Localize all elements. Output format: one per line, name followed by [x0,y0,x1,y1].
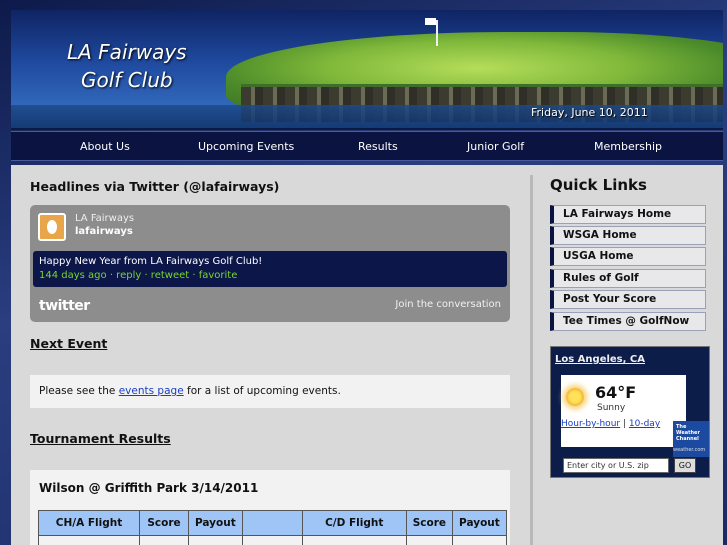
quick-link-wsga-home[interactable]: WSGA Home [550,226,706,245]
nav-membership[interactable]: Membership [594,140,662,153]
table-cell [188,535,243,545]
tweet-actions[interactable]: 144 days ago · reply · retweet · favorit… [39,270,237,281]
quick-link-post-your-score[interactable]: Post Your Score [550,290,706,309]
hourly-forecast-link[interactable]: Hour-by-hour [561,419,620,429]
table-row [38,535,507,545]
weather-temperature: 64°F [595,383,637,402]
main-nav: About Us Upcoming Events Results Junior … [11,131,723,161]
main-content: Headlines via Twitter (@lafairways) LA F… [11,165,723,545]
col-header: Payout [452,510,507,536]
weather-site-label: weather.com [673,447,706,453]
current-date: Friday, June 10, 2011 [531,106,648,119]
twitter-avatar[interactable] [38,213,66,241]
next-event-heading[interactable]: Next Event [30,336,107,351]
weather-links: Hour-by-hour | 10-day [561,419,660,429]
nav-upcoming-events[interactable]: Upcoming Events [198,140,294,153]
weather-condition: Sunny [597,403,626,413]
next-event-text: Please see the events page for a list of… [39,385,341,397]
col-header: C/D Flight [301,510,407,536]
table-header-row: CH/A Flight Score Payout C/D Flight Scor… [38,510,507,536]
results-table: CH/A Flight Score Payout C/D Flight Scor… [38,510,507,545]
zip-search-input[interactable]: Enter city or U.S. zip [563,458,669,473]
next-event-box: Please see the events page for a list of… [30,375,510,408]
go-button[interactable]: GO [674,458,696,473]
nav-results[interactable]: Results [358,140,398,153]
quick-link-la-fairways-home[interactable]: LA Fairways Home [550,205,706,224]
table-cell [241,535,303,545]
twitter-widget: LA Fairways lafairways Happy New Year fr… [30,205,510,322]
nav-about-us[interactable]: About Us [80,140,130,153]
tweet: Happy New Year from LA Fairways Golf Clu… [33,251,507,287]
ten-day-forecast-link[interactable]: 10-day [629,419,660,429]
quick-link-usga-home[interactable]: USGA Home [550,247,706,266]
link-separator: | [622,419,627,429]
tweet-text: Happy New Year from LA Fairways Golf Clu… [39,256,263,267]
header-banner: LA Fairways Golf Club Friday, June 10, 2… [11,10,723,130]
twitter-heading: Headlines via Twitter (@lafairways) [30,179,280,194]
tournament-results-heading[interactable]: Tournament Results [30,431,171,446]
sidebar-divider [530,175,533,545]
weather-panel: 64°F Sunny Hour-by-hour | 10-day [561,375,686,447]
table-cell [405,535,454,545]
site-logo-line2[interactable]: Golf Club [81,68,173,92]
table-cell [38,535,140,545]
sun-icon [566,388,584,406]
twitter-logo[interactable]: twitter [39,298,90,314]
col-header: Payout [188,510,243,536]
results-box: Wilson @ Griffith Park 3/14/2011 CH/A Fl… [30,470,510,545]
flag-icon [425,18,436,25]
twitter-handle[interactable]: lafairways [75,226,133,237]
weather-city-link[interactable]: Los Angeles, CA [555,354,645,365]
twitter-account-name[interactable]: LA Fairways [75,213,134,224]
quick-link-rules-of-golf[interactable]: Rules of Golf [550,269,706,288]
quick-links-title: Quick Links [550,176,647,194]
col-header [241,510,303,536]
weather-widget: Los Angeles, CA 64°F Sunny Hour-by-hour … [550,346,710,478]
site-logo-line1[interactable]: LA Fairways [67,40,187,64]
col-header: Score [139,510,189,536]
results-title: Wilson @ Griffith Park 3/14/2011 [39,481,259,495]
flag-pole [436,20,438,46]
table-cell [452,535,507,545]
quick-link-tee-times[interactable]: Tee Times @ GolfNow [550,312,706,331]
col-header: Score [405,510,454,536]
table-cell [139,535,189,545]
events-page-link[interactable]: events page [119,385,184,397]
nav-junior-golf[interactable]: Junior Golf [467,140,524,153]
join-conversation-link[interactable]: Join the conversation [395,299,501,310]
table-cell [301,535,407,545]
col-header: CH/A Flight [38,510,140,536]
